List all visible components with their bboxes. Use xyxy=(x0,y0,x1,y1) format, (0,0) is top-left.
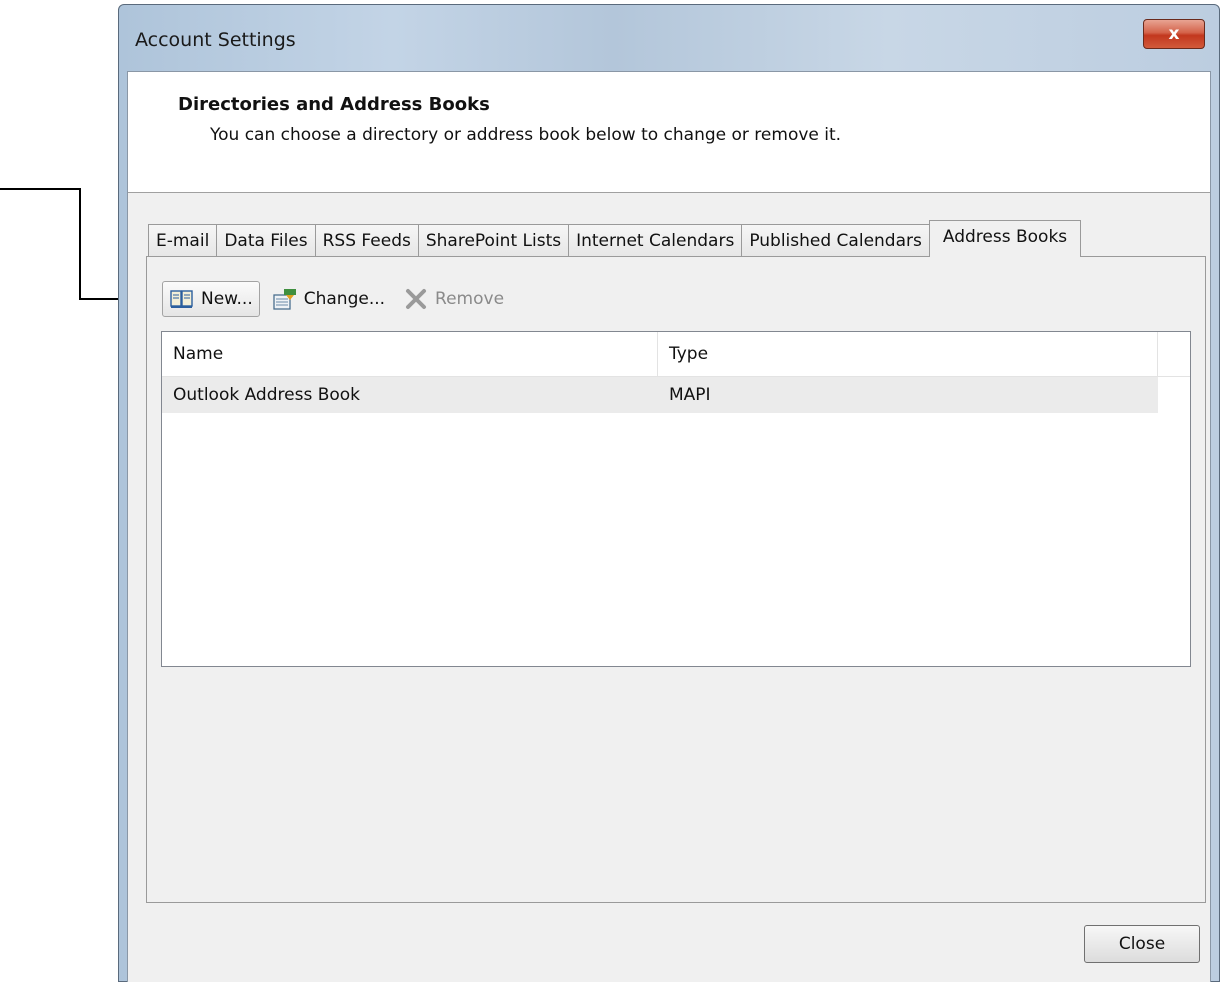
list-header: Name Type xyxy=(162,332,1190,377)
section-description: You can choose a directory or address bo… xyxy=(210,125,842,145)
tab-strip: E-mail Data Files RSS Feeds SharePoint L… xyxy=(148,220,1082,257)
list-item[interactable]: Outlook Address Book MAPI xyxy=(162,377,1158,413)
remove-x-icon xyxy=(403,287,429,311)
annotation-arrow-line xyxy=(79,188,81,300)
list-item-name: Outlook Address Book xyxy=(173,385,361,405)
change-icon xyxy=(272,287,298,311)
remove-button[interactable]: Remove xyxy=(397,281,510,317)
account-settings-window: Account Settings x Directories and Addre… xyxy=(118,4,1220,982)
new-button-label: New... xyxy=(201,289,253,309)
tab-panel-address-books: New... Change... Remove Name Type Outloo… xyxy=(146,256,1206,903)
header-panel: Directories and Address Books You can ch… xyxy=(128,72,1210,193)
section-title: Directories and Address Books xyxy=(178,94,490,115)
screenshot-stage: Account Settings x Directories and Addre… xyxy=(0,0,1220,982)
tab-data-files[interactable]: Data Files xyxy=(216,224,316,257)
tab-address-books[interactable]: Address Books xyxy=(928,220,1082,257)
toolbar: New... Change... Remove xyxy=(162,281,510,317)
close-button[interactable]: Close xyxy=(1084,925,1200,963)
window-title: Account Settings xyxy=(135,29,296,51)
annotation-arrow-line xyxy=(0,188,80,190)
tab-published-calendars[interactable]: Published Calendars xyxy=(741,224,930,257)
change-button[interactable]: Change... xyxy=(266,281,391,317)
change-button-label: Change... xyxy=(303,289,386,309)
close-icon: x xyxy=(1168,24,1180,44)
dialog-client-area: Directories and Address Books You can ch… xyxy=(127,71,1211,982)
remove-button-label: Remove xyxy=(435,289,505,309)
title-bar[interactable]: Account Settings x xyxy=(119,5,1219,71)
tab-rss-feeds[interactable]: RSS Feeds xyxy=(314,224,419,257)
tab-internet-calendars[interactable]: Internet Calendars xyxy=(568,224,743,257)
address-book-icon xyxy=(169,287,195,311)
column-header-name[interactable]: Name xyxy=(162,332,658,376)
address-book-list[interactable]: Name Type Outlook Address Book MAPI xyxy=(161,331,1191,667)
column-header-type[interactable]: Type xyxy=(658,332,1158,376)
tab-sharepoint-lists[interactable]: SharePoint Lists xyxy=(417,224,570,257)
new-button[interactable]: New... xyxy=(162,281,260,317)
tab-email[interactable]: E-mail xyxy=(148,224,218,257)
window-close-button[interactable]: x xyxy=(1143,19,1205,49)
list-item-type: MAPI xyxy=(669,385,711,405)
